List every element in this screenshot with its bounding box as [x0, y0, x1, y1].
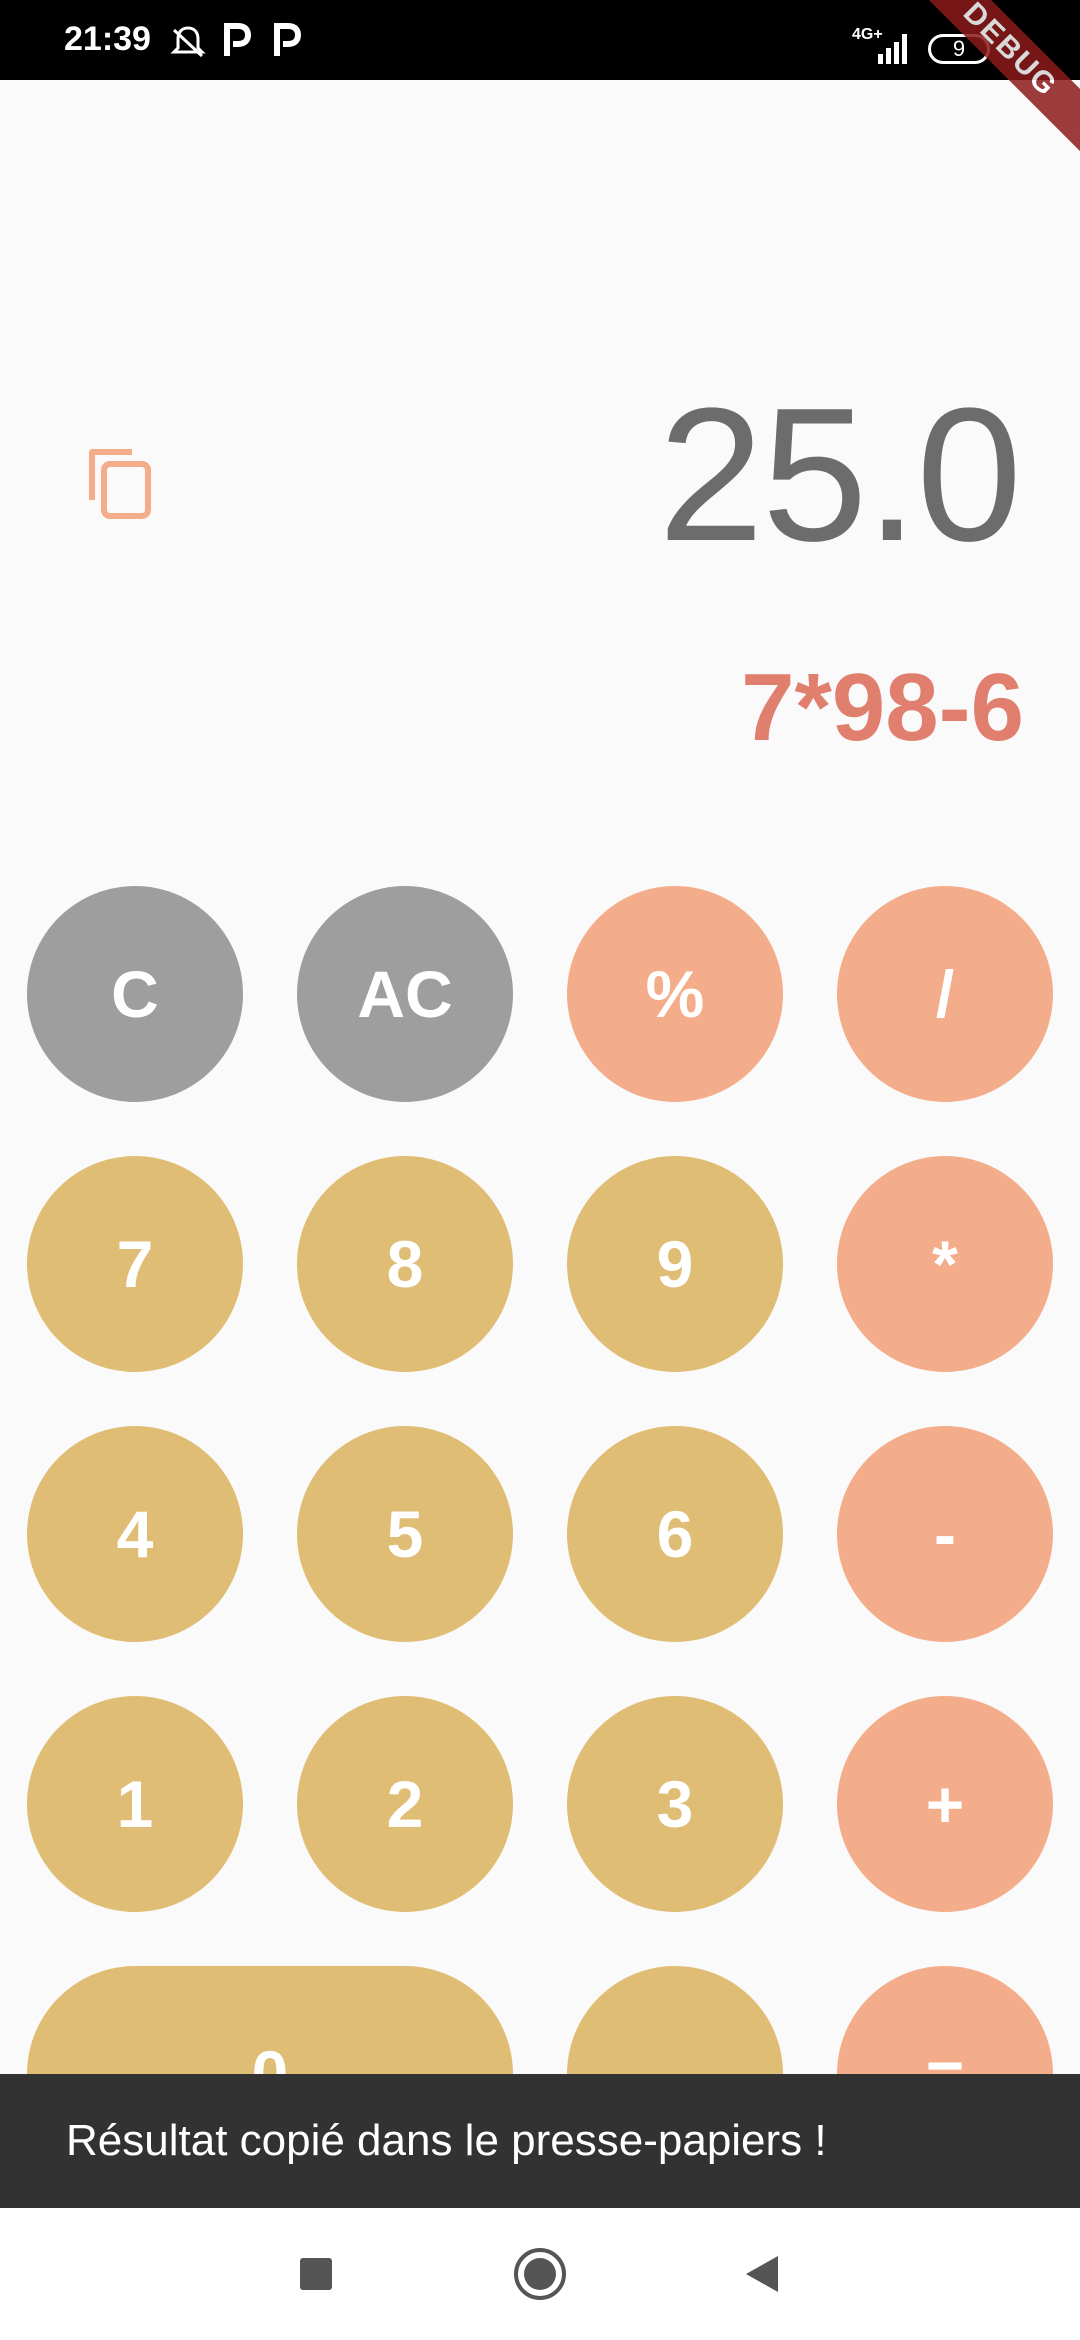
signal-icon: [878, 34, 907, 64]
back-triangle-icon: [746, 2256, 778, 2292]
digit-9-button[interactable]: 9: [567, 1156, 783, 1372]
mute-alarm-icon: [170, 26, 206, 58]
result-display: 25.0: [658, 369, 1022, 581]
copy-icon[interactable]: [86, 446, 154, 522]
status-bar: 21:39 4G+ 9 DEBUG: [0, 0, 1080, 165]
divide-button[interactable]: /: [837, 886, 1053, 1102]
all-clear-button[interactable]: AC: [297, 886, 513, 1102]
digit-2-button[interactable]: 2: [297, 1696, 513, 1912]
debug-banner: DEBUG: [895, 0, 1080, 165]
expression-display: 7*98-6: [741, 654, 1024, 761]
digit-3-button[interactable]: 3: [567, 1696, 783, 1912]
parking-icon: [224, 23, 252, 56]
digit-4-button[interactable]: 4: [27, 1426, 243, 1642]
calculator-app: 21:39 4G+ 9 DEBUG 25.0 7*98-6 C AC % / 7…: [0, 0, 1080, 2340]
subtract-button[interactable]: -: [837, 1426, 1053, 1642]
recents-square-icon: [300, 2258, 332, 2290]
digit-1-button[interactable]: 1: [27, 1696, 243, 1912]
digit-6-button[interactable]: 6: [567, 1426, 783, 1642]
battery-level: 9: [952, 36, 966, 61]
clear-button[interactable]: C: [27, 886, 243, 1102]
back-button[interactable]: [696, 2208, 828, 2340]
navigation-bar: [0, 2208, 1080, 2340]
digit-8-button[interactable]: 8: [297, 1156, 513, 1372]
status-time: 21:39: [64, 20, 151, 58]
digit-7-button[interactable]: 7: [27, 1156, 243, 1372]
percent-button[interactable]: %: [567, 886, 783, 1102]
digit-5-button[interactable]: 5: [297, 1426, 513, 1642]
home-circle-icon: [514, 2248, 566, 2300]
multiply-button[interactable]: *: [837, 1156, 1053, 1372]
snackbar: Résultat copié dans le presse-papiers !: [0, 2074, 1080, 2208]
recents-button[interactable]: [250, 2208, 382, 2340]
add-button[interactable]: +: [837, 1696, 1053, 1912]
home-button[interactable]: [474, 2208, 606, 2340]
parking-icon: [274, 23, 302, 56]
snackbar-message: Résultat copié dans le presse-papiers !: [66, 2116, 827, 2165]
